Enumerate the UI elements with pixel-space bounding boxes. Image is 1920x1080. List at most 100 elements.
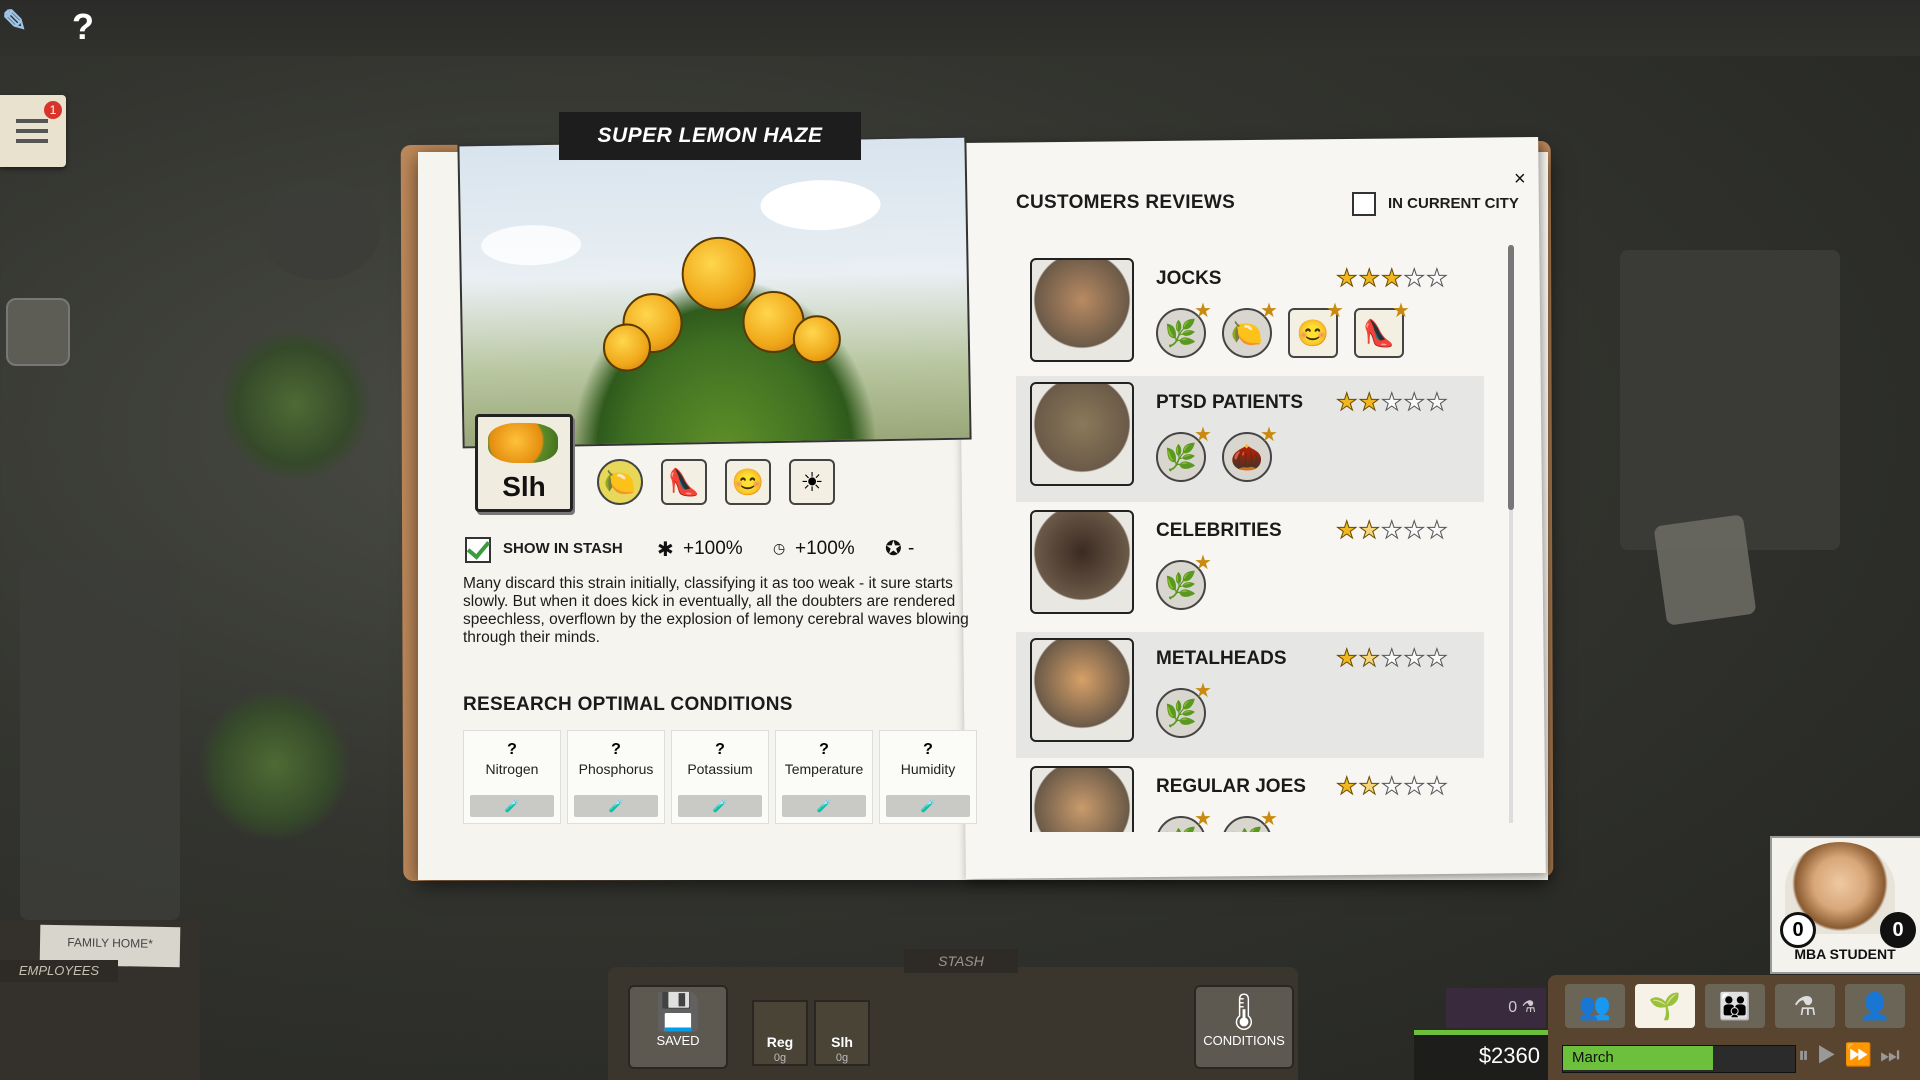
save-icon: 💾 — [655, 991, 701, 1032]
in-current-city-checkbox[interactable] — [1352, 192, 1376, 216]
star-icon: ★ — [1381, 389, 1404, 417]
cloud-shape — [760, 179, 881, 232]
lab-count: 0 — [1508, 999, 1518, 1016]
weed-icon[interactable]: 🌿★ — [1156, 300, 1212, 358]
weed-icon[interactable]: 🌿★ — [1156, 680, 1212, 738]
employees-label[interactable]: EMPLOYEES — [0, 960, 118, 982]
weed-icon[interactable]: 🌿★ — [1156, 808, 1212, 832]
in-current-city-label: IN CURRENT CITY — [1388, 195, 1519, 212]
profile-tool-button[interactable]: 👤 — [1845, 984, 1905, 1028]
level-star-icon: ★ — [1260, 424, 1278, 446]
review-row[interactable]: REGULAR JOES★★★★★🌿★🌿★ — [1016, 760, 1484, 832]
strain-description: Many discard this strain initially, clas… — [463, 575, 969, 646]
star-icon: ★ — [1426, 265, 1449, 293]
customer-portrait — [1030, 766, 1134, 832]
star-icon: ★ — [1381, 773, 1404, 801]
level-star-icon: ★ — [1194, 552, 1212, 574]
task-list-button[interactable]: 1 — [0, 95, 66, 167]
star-icon: ★ — [1336, 645, 1359, 673]
level-star-icon: ★ — [1194, 808, 1212, 830]
star-icon: ★ — [1358, 773, 1382, 801]
lemon-icon[interactable]: 🍋 ★ — [1222, 300, 1278, 358]
sun-icon[interactable]: ☀ — [789, 459, 835, 505]
research-button[interactable]: 🧪 — [574, 795, 658, 817]
customer-portrait — [1030, 510, 1134, 614]
weed-icon[interactable]: 🌿★ — [1222, 808, 1278, 832]
star-icon: ★ — [1336, 773, 1359, 801]
condition-value: ? — [611, 741, 621, 758]
review-row[interactable]: CELEBRITIES ★★★★★ 🌿 ★ — [1016, 504, 1484, 630]
research-button[interactable]: 🧪 — [470, 795, 554, 817]
stash-item-reg[interactable]: Reg 0g — [752, 1000, 808, 1066]
high-heel-icon[interactable]: 👠 ★ — [1354, 300, 1410, 358]
contact-avatar-button[interactable] — [6, 298, 70, 366]
close-button[interactable]: × — [1514, 168, 1526, 191]
show-in-stash-checkbox[interactable] — [465, 537, 491, 563]
star-icon: ★ — [1358, 265, 1382, 293]
reviews-title: CUSTOMERS REVIEWS — [1016, 192, 1236, 213]
stash-item-qty: 0g — [835, 1052, 849, 1064]
help-icon[interactable]: ? — [72, 6, 94, 48]
research-button[interactable]: 🧪 — [886, 795, 970, 817]
star-icon: ★ — [1426, 773, 1449, 801]
lemon-icon[interactable]: 🍋 — [597, 459, 643, 505]
grow-tool-button[interactable]: 🌱 — [1635, 984, 1695, 1028]
thermometer-icon: 🌡 — [1221, 991, 1267, 1032]
player-left-count: 0 — [1780, 912, 1816, 948]
level-star-icon: ★ — [1392, 300, 1410, 322]
weed-icon[interactable]: 🌿★ — [1156, 424, 1212, 482]
customer-group-name: CELEBRITIES — [1156, 520, 1282, 541]
high-heel-icon[interactable]: 👠 — [661, 459, 707, 505]
condition-value: ? — [715, 741, 725, 758]
customer-portrait — [1030, 638, 1134, 742]
star-icon: ★ — [1426, 389, 1449, 417]
strain-abbr: Slh — [502, 471, 546, 502]
stash-item-qty: 0g — [773, 1052, 787, 1064]
star-icon: ★ — [1381, 265, 1404, 293]
lab-tool-button[interactable]: ⚗ — [1775, 984, 1835, 1028]
review-row[interactable]: JOCKS ★★★★★ 🌿 ★ 🍋 ★ 😊 ★ 👠 ★ — [1016, 252, 1484, 378]
review-row[interactable]: PTSD PATIENTS ★★★★★ 🌿 ★ 🌰 ★ — [1016, 376, 1484, 502]
smiley-icon[interactable]: 😊 — [725, 459, 771, 505]
level-star-icon: ★ — [1260, 808, 1278, 830]
time-controls[interactable]: ⏸▶⏩⏭ — [1798, 1042, 1908, 1068]
star-icon: ★ — [1358, 517, 1382, 545]
list-icon — [16, 119, 48, 143]
nut-icon[interactable]: 🌰 ★ — [1222, 424, 1278, 482]
stash-item-slh[interactable]: Slh 0g — [814, 1000, 870, 1066]
condition-temperature: ? Temperature 🧪 — [775, 730, 873, 824]
condition-label: Humidity — [900, 761, 956, 777]
stash-label: STASH — [904, 949, 1018, 973]
plant-decor — [220, 330, 370, 480]
flask-icon: ⚗ — [1521, 999, 1536, 1016]
conditions-button[interactable]: 🌡 CONDITIONS — [1194, 985, 1294, 1069]
smiley-icon[interactable]: 😊 ★ — [1288, 300, 1344, 358]
star-icon: ★ — [1336, 517, 1359, 545]
level-star-icon: ★ — [1326, 300, 1344, 322]
pencil-icon[interactable]: ✎ — [2, 4, 27, 39]
research-title: RESEARCH OPTIMAL CONDITIONS — [463, 694, 793, 715]
level-star-icon: ★ — [1194, 680, 1212, 702]
research-button[interactable]: 🧪 — [782, 795, 866, 817]
top-hud-bar — [0, 0, 1920, 56]
condition-label: Potassium — [687, 761, 753, 777]
cabinet-decor — [20, 560, 180, 920]
weed-icon[interactable]: 🌿★ — [1156, 552, 1212, 610]
reviews-scroll-thumb[interactable] — [1508, 245, 1514, 510]
player-name: MBA STUDENT — [1794, 946, 1896, 962]
review-row[interactable]: METALHEADS ★★★★★ 🌿 ★ — [1016, 632, 1484, 758]
condition-potassium: ? Potassium 🧪 — [671, 730, 769, 824]
research-button[interactable]: 🧪 — [678, 795, 762, 817]
condition-value: ? — [507, 741, 517, 758]
stash-item-abbr: Slh — [831, 1034, 853, 1050]
star-icon: ★ — [1403, 389, 1427, 417]
people-tool-button[interactable]: 👪 — [1705, 984, 1765, 1028]
month-label: March — [1572, 1049, 1614, 1066]
condition-label: Nitrogen — [485, 761, 539, 777]
star-icon: ★ — [1403, 645, 1427, 673]
saved-button[interactable]: 💾 SAVED — [628, 985, 728, 1069]
conditions-label: CONDITIONS — [1203, 1033, 1285, 1048]
star-rating: ★★★★★ — [1336, 388, 1449, 417]
dealer-tool-button[interactable]: 👥 — [1565, 984, 1625, 1028]
show-in-stash-label: SHOW IN STASH — [503, 540, 623, 557]
